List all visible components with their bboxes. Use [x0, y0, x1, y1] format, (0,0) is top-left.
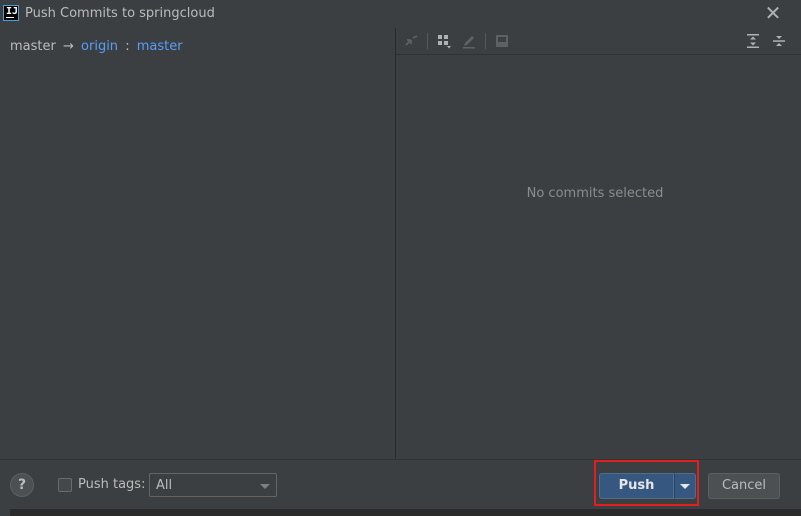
close-icon[interactable]: ✕ [763, 3, 783, 24]
toolbar-separator [427, 33, 428, 49]
remote-name[interactable]: origin [81, 39, 118, 54]
title-bar: IJ Push Commits to springcloud ✕ [0, 0, 801, 28]
arrow-icon: → [62, 39, 74, 54]
tags-select[interactable]: All [149, 473, 277, 497]
push-button[interactable]: Push [599, 473, 674, 499]
diff-icon[interactable] [492, 32, 512, 50]
branch-separator: : [125, 39, 130, 54]
tags-select-value: All [156, 478, 173, 493]
help-button[interactable]: ? [10, 473, 34, 497]
commits-tree-pane: master → origin : master [0, 28, 395, 459]
edit-icon[interactable] [459, 32, 479, 50]
details-toolbar [396, 28, 801, 55]
remote-branch[interactable]: master [137, 39, 183, 54]
window-bottom-edge [0, 509, 801, 516]
branch-row[interactable]: master → origin : master [10, 39, 183, 54]
chevron-down-icon [260, 484, 270, 489]
cancel-button[interactable]: Cancel [708, 473, 780, 499]
window-title: Push Commits to springcloud [25, 6, 215, 21]
push-options-dropdown[interactable] [674, 473, 696, 499]
commit-details-pane: No commits selected [396, 28, 801, 459]
push-tags-option[interactable]: Push tags: [58, 477, 145, 492]
group-by-icon[interactable] [434, 32, 454, 50]
chevron-down-icon [680, 484, 690, 489]
collapse-all-icon[interactable] [769, 32, 789, 50]
dialog-footer: ? Push tags: All Push Cancel [0, 459, 801, 509]
push-tags-checkbox[interactable] [58, 477, 72, 492]
intellij-logo-icon: IJ [3, 5, 19, 21]
empty-state-message: No commits selected [526, 186, 664, 201]
toolbar-separator [485, 33, 486, 49]
cherry-pick-icon[interactable] [401, 32, 421, 50]
local-branch: master [10, 39, 56, 54]
push-tags-label: Push tags: [78, 477, 146, 492]
expand-all-icon[interactable] [743, 32, 763, 50]
